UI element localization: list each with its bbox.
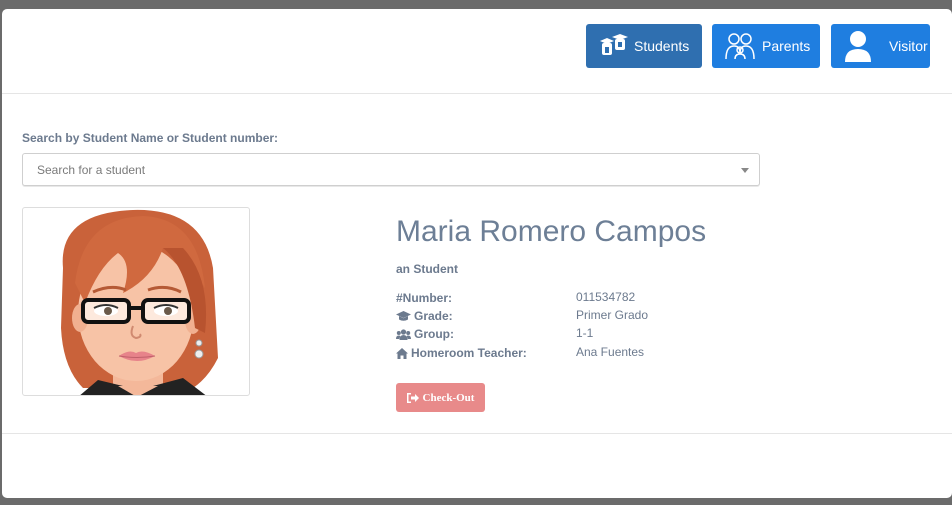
graduation-cap-icon (396, 310, 411, 321)
parents-button[interactable]: Parents (712, 24, 820, 68)
visitor-icon (845, 30, 871, 62)
student-search-select[interactable]: Search for a student (22, 153, 760, 186)
students-button[interactable]: Students (586, 24, 702, 68)
info-label-group: Group: (414, 327, 454, 341)
users-icon (396, 328, 411, 340)
info-label-grade-wrap: Grade: (396, 309, 453, 323)
chevron-down-icon[interactable] (741, 168, 749, 173)
info-label-group-wrap: Group: (396, 327, 454, 341)
info-value-group: 1-1 (576, 326, 594, 340)
info-value-number: 011534782 (576, 290, 636, 304)
info-value-grade: Primer Grado (576, 308, 649, 322)
info-label-number: #Number: (396, 291, 453, 305)
student-name: Maria Romero Campos (396, 215, 707, 248)
home-icon (396, 347, 408, 359)
modal-header: Students Parents Visitor (2, 9, 952, 94)
info-label-teacher: Homeroom Teacher: (411, 346, 527, 360)
visitor-button-label: Visitor (889, 38, 928, 54)
students-icon (598, 33, 628, 59)
checkout-button-label: Check-Out (422, 391, 475, 404)
modal-footer-divider (2, 433, 952, 434)
sign-out-icon (406, 392, 419, 403)
search-placeholder: Search for a student (37, 163, 146, 177)
student-role: an Student (396, 262, 458, 276)
parents-icon (724, 31, 756, 61)
info-label-teacher-wrap: Homeroom Teacher: (396, 346, 527, 360)
student-avatar (22, 207, 250, 396)
checkout-button[interactable]: Check-Out (396, 383, 485, 412)
visitor-button[interactable]: Visitor (831, 24, 930, 68)
parents-button-label: Parents (762, 38, 811, 54)
students-button-label: Students (634, 38, 690, 54)
student-modal: Students Parents Visitor Search by Stude… (2, 9, 952, 498)
info-label-grade: Grade: (414, 309, 453, 323)
info-value-teacher: Ana Fuentes (576, 345, 645, 359)
search-label: Search by Student Name or Student number… (22, 131, 279, 145)
